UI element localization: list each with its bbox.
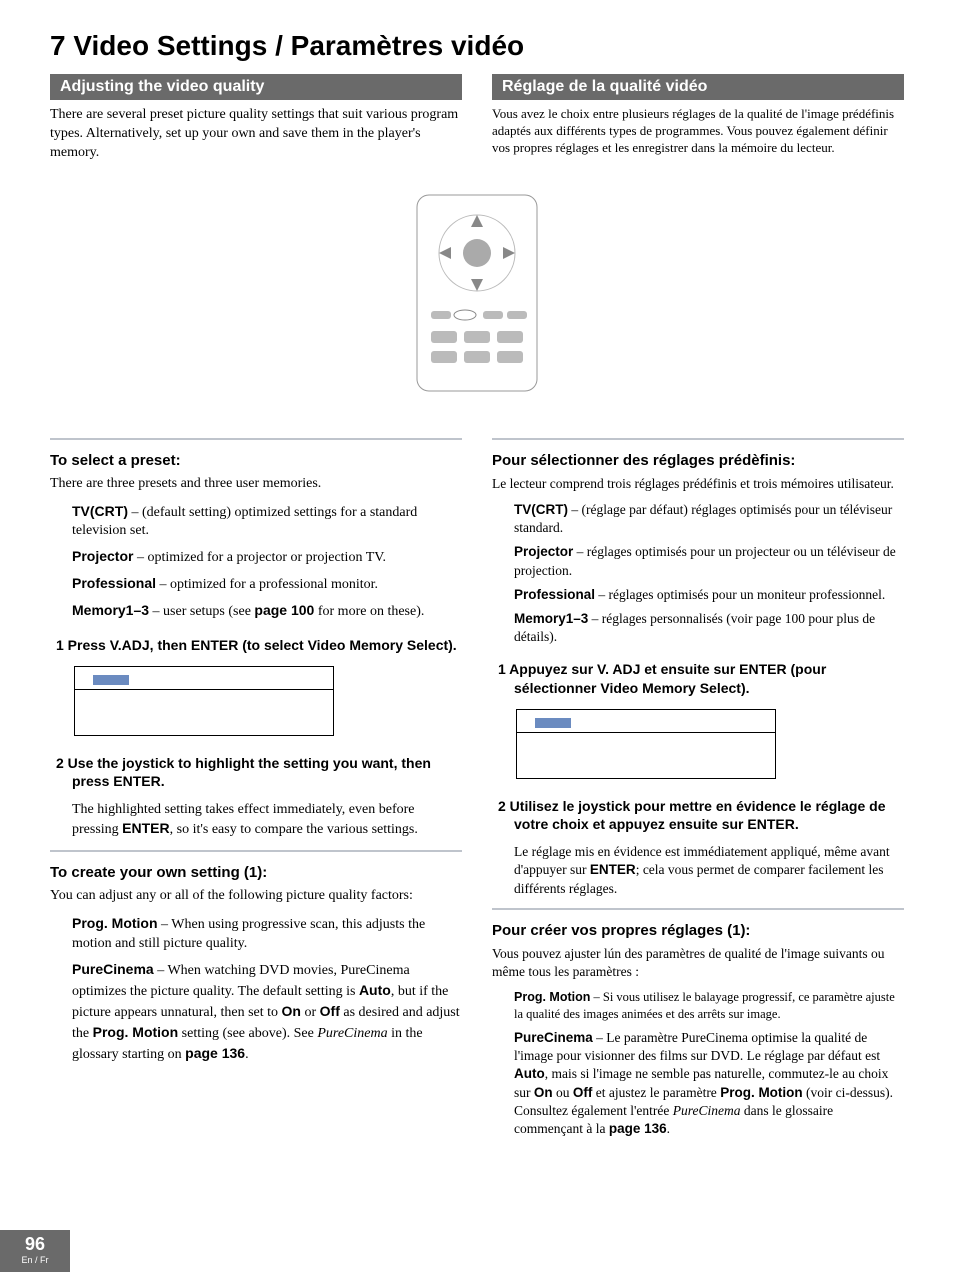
section-header-en: Adjusting the video quality	[50, 74, 462, 100]
def-item: Prog. Motion – When using progressive sc…	[72, 914, 462, 954]
divider	[50, 850, 462, 852]
step-2-fr: 2 Utilisez le joystick pour mettre en év…	[492, 797, 904, 833]
chapter-title: 7 Video Settings / Paramètres vidéo	[50, 30, 904, 62]
step-1-fr: 1 Appuyez sur V. ADJ et ensuite sur ENTE…	[492, 660, 904, 696]
select-intro-en: There are three presets and three user m…	[50, 475, 462, 494]
create-heading-en: To create your own setting (1):	[50, 864, 462, 881]
page-lang: En / Fr	[0, 1255, 70, 1265]
right-column: Réglage de la qualité vidéo Vous avez le…	[492, 74, 904, 173]
def-item: Projector – optimized for a projector or…	[72, 547, 462, 568]
def-item: Memory1–3 – réglages personnalisés (voir…	[514, 610, 904, 646]
def-item: TV(CRT) – (réglage par défaut) réglages …	[514, 501, 904, 537]
select-heading-en: To select a preset:	[50, 452, 462, 469]
intro-en: There are several preset picture quality…	[50, 106, 462, 163]
def-item-purecinema: PureCinema – When watching DVD movies, P…	[72, 960, 462, 1064]
def-item: Projector – réglages optimisés pour un p…	[514, 543, 904, 579]
intro-fr: Vous avez le choix entre plusieurs régla…	[492, 106, 904, 157]
divider	[492, 908, 904, 910]
left-column: Adjusting the video quality There are se…	[50, 74, 462, 173]
select-heading-fr: Pour sélectionner des réglages prédèfini…	[492, 452, 904, 469]
section-header-fr: Réglage de la qualité vidéo	[492, 74, 904, 100]
step-1-en: 1 Press V.ADJ, then ENTER (to select Vid…	[50, 636, 462, 654]
page-footer: 96 En / Fr	[0, 1230, 70, 1272]
step-2-en: 2 Use the joystick to highlight the sett…	[50, 754, 462, 790]
def-item: Professional – réglages optimisés pour u…	[514, 586, 904, 604]
def-item: TV(CRT) – (default setting) optimized se…	[72, 502, 462, 542]
def-item: Professional – optimized for a professio…	[72, 574, 462, 595]
divider	[50, 438, 462, 440]
def-item: Prog. Motion – Si vous utilisez le balay…	[514, 989, 904, 1023]
divider	[492, 438, 904, 440]
osd-screenshot	[516, 709, 776, 779]
def-item: Memory1–3 – user setups (see page 100 fo…	[72, 601, 462, 622]
remote-illustration	[50, 193, 904, 398]
def-item-purecinema: PureCinema – Le paramètre PureCinema opt…	[514, 1029, 904, 1138]
page-number: 96	[0, 1230, 70, 1255]
create-heading-fr: Pour créer vos propres réglages (1):	[492, 922, 904, 939]
select-intro-fr: Le lecteur comprend trois réglages prédé…	[492, 475, 904, 493]
create-intro-fr: Vous pouvez ajuster lún des paramètres d…	[492, 945, 904, 981]
osd-screenshot	[74, 666, 334, 736]
step-2-body-en: The highlighted setting takes effect imm…	[50, 801, 462, 841]
create-intro-en: You can adjust any or all of the followi…	[50, 887, 462, 906]
step-2-body-fr: Le réglage mis en évidence est immédiate…	[492, 843, 904, 898]
